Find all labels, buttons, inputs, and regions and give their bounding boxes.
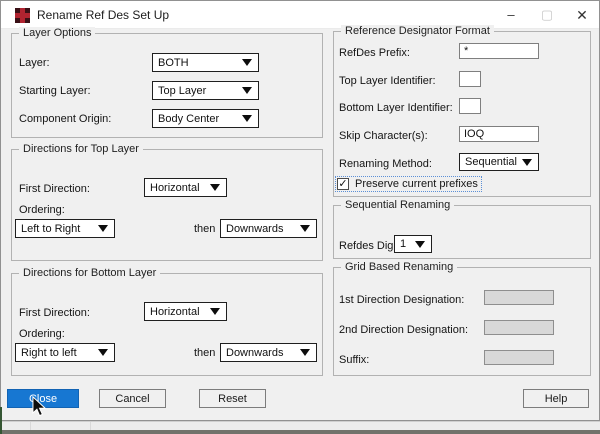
status-bar-separator [90, 422, 91, 430]
group-title: Directions for Top Layer [19, 143, 143, 155]
layer-dropdown-value: BOTH [158, 56, 189, 69]
first-designation-field [484, 290, 554, 305]
layer-label: Layer: [19, 57, 50, 69]
starting-layer-label: Starting Layer: [19, 85, 91, 97]
reset-button[interactable]: Reset [199, 389, 266, 408]
bottom-layer-identifier-label: Bottom Layer Identifier: [339, 102, 453, 114]
preserve-prefixes-label: Preserve current prefixes [355, 178, 478, 190]
bottom-ordering-dropdown[interactable]: Right to left [15, 343, 115, 362]
top-then-value: Downwards [226, 222, 284, 235]
app-icon-corner [15, 8, 20, 13]
window-title: Rename Ref Des Set Up [37, 8, 170, 22]
title-bar: Rename Ref Des Set Up – ▢ ✕ [1, 1, 599, 29]
component-origin-label: Component Origin: [19, 113, 112, 125]
chevron-down-icon [242, 59, 252, 66]
screen: Rename Ref Des Set Up – ▢ ✕ Layer Option… [0, 0, 600, 434]
chevron-down-icon [210, 308, 220, 315]
renaming-method-value: Sequential [465, 156, 517, 168]
chevron-down-icon [415, 240, 425, 248]
component-origin-dropdown[interactable]: Body Center [152, 109, 259, 128]
top-layer-identifier-field[interactable] [459, 71, 481, 87]
background-pcb-sliver [0, 407, 2, 434]
mouse-cursor-icon [32, 396, 47, 417]
refdes-prefix-field[interactable]: * [459, 43, 539, 59]
top-first-direction-dropdown[interactable]: Horizontal [144, 178, 227, 197]
refdes-prefix-label: RefDes Prefix: [339, 47, 410, 59]
app-icon [15, 8, 30, 23]
bottom-layer-identifier-field[interactable] [459, 98, 481, 114]
chevron-down-icon [300, 225, 310, 232]
help-button[interactable]: Help [523, 389, 589, 408]
chevron-down-icon [98, 349, 108, 356]
bottom-then-dropdown[interactable]: Downwards [220, 343, 317, 362]
top-then-label: then [194, 223, 216, 235]
suffix-field [484, 350, 554, 365]
app-icon-corner [15, 18, 20, 23]
component-origin-dropdown-value: Body Center [158, 112, 220, 125]
chevron-down-icon [522, 158, 532, 166]
app-icon-corner [25, 8, 30, 13]
chevron-down-icon [210, 184, 220, 191]
top-ordering-dropdown[interactable]: Left to Right [15, 219, 115, 238]
rename-refdes-dialog: Rename Ref Des Set Up – ▢ ✕ Layer Option… [0, 0, 600, 421]
cancel-button[interactable]: Cancel [99, 389, 166, 408]
bottom-ordering-label: Ordering: [19, 328, 65, 340]
minimize-icon[interactable]: – [496, 1, 526, 29]
suffix-label: Suffix: [339, 354, 370, 366]
renaming-method-dropdown[interactable]: Sequential [459, 153, 539, 171]
chevron-down-icon [98, 225, 108, 232]
starting-layer-dropdown[interactable]: Top Layer [152, 81, 259, 100]
chevron-down-icon [242, 87, 252, 94]
background-status-bar [0, 421, 600, 430]
first-designation-label: 1st Direction Designation: [339, 294, 465, 306]
preserve-prefixes-checkbox-row[interactable]: ✓ Preserve current prefixes [335, 176, 482, 192]
second-designation-field [484, 320, 554, 335]
starting-layer-dropdown-value: Top Layer [158, 84, 207, 97]
renaming-method-label: Renaming Method: [339, 158, 432, 170]
top-first-direction-value: Horizontal [150, 181, 200, 194]
group-title: Directions for Bottom Layer [19, 267, 161, 279]
group-title: Reference Designator Format [341, 25, 494, 37]
maximize-icon: ▢ [540, 7, 554, 22]
top-ordering-value: Left to Right [21, 222, 81, 235]
bottom-ordering-value: Right to left [21, 346, 77, 359]
refdes-digits-value: 1 [400, 238, 407, 250]
background-app-strip [0, 430, 600, 434]
chevron-down-icon [242, 115, 252, 122]
top-layer-identifier-label: Top Layer Identifier: [339, 75, 436, 87]
group-title: Layer Options [19, 27, 96, 39]
layer-dropdown[interactable]: BOTH [152, 53, 259, 72]
group-title: Grid Based Renaming [341, 261, 458, 273]
skip-characters-label: Skip Character(s): [339, 130, 428, 142]
status-bar-separator [30, 422, 31, 430]
close-icon[interactable]: ✕ [567, 1, 597, 29]
bottom-first-direction-dropdown[interactable]: Horizontal [144, 302, 227, 321]
checkbox-check-icon[interactable]: ✓ [337, 178, 349, 190]
bottom-first-direction-value: Horizontal [150, 305, 200, 318]
chevron-down-icon [300, 349, 310, 356]
top-then-dropdown[interactable]: Downwards [220, 219, 317, 238]
bottom-then-value: Downwards [226, 346, 284, 359]
top-ordering-label: Ordering: [19, 204, 65, 216]
second-designation-label: 2nd Direction Designation: [339, 324, 469, 336]
skip-characters-field[interactable]: IOQ [459, 126, 539, 142]
top-first-direction-label: First Direction: [19, 183, 90, 195]
group-title: Sequential Renaming [341, 199, 455, 211]
app-icon-corner [25, 18, 30, 23]
bottom-first-direction-label: First Direction: [19, 307, 90, 319]
bottom-then-label: then [194, 347, 216, 359]
refdes-digits-dropdown[interactable]: 1 [394, 235, 432, 253]
